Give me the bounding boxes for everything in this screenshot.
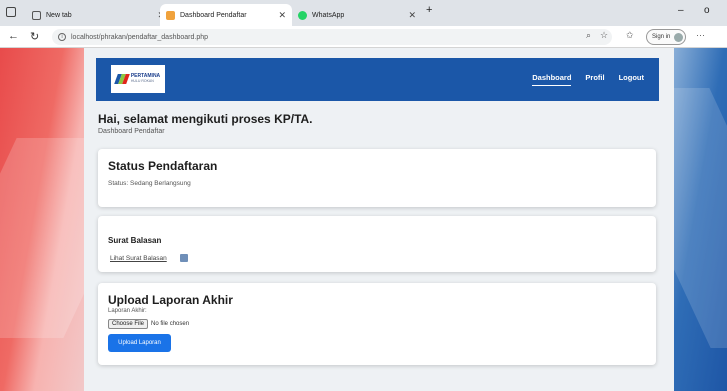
back-icon[interactable]: ← xyxy=(8,30,19,42)
tab-whatsapp[interactable]: WhatsApp ✕ xyxy=(292,4,422,26)
page-viewport: PERTAMINA HULU ROKAN Dashboard Profil Lo… xyxy=(0,48,727,391)
sign-in-label: Sign in xyxy=(652,34,671,40)
reply-letter-title: Surat Balasan xyxy=(108,236,162,245)
top-navbar: PERTAMINA HULU ROKAN Dashboard Profil Lo… xyxy=(96,58,659,101)
upload-report-card: Upload Laporan Akhir Laporan Akhir: Choo… xyxy=(98,283,656,365)
new-tab-favicon-icon xyxy=(32,10,41,20)
pertamina-logo-icon xyxy=(113,74,130,84)
view-reply-letter-link[interactable]: Lihat Surat Balasan xyxy=(110,255,167,262)
zoom-icon[interactable]: ⌕ xyxy=(586,30,591,41)
tab-title: New tab xyxy=(46,11,72,19)
tab-actions xyxy=(6,7,16,17)
document-icon xyxy=(180,254,188,262)
minimize-button[interactable]: – xyxy=(678,5,684,16)
upload-report-button[interactable]: Upload Laporan xyxy=(108,334,171,352)
logo-text: PERTAMINA HULU ROKAN xyxy=(130,73,161,83)
close-window-button[interactable]: o xyxy=(704,5,710,16)
page-title: Hai, selamat mengikuti proses KP/TA. xyxy=(98,112,313,126)
close-tab-icon[interactable]: ✕ xyxy=(408,10,416,21)
report-field-label: Laporan Akhir: xyxy=(108,308,147,314)
tab-dashboard-pendaftar[interactable]: Dashboard Pendaftar ✕ xyxy=(160,4,292,26)
address-bar-row: ← ↻ i localhost/phrakan/pendaftar_dashbo… xyxy=(0,26,727,48)
profile-avatar-icon xyxy=(674,32,684,42)
close-tab-icon[interactable]: ✕ xyxy=(278,10,286,21)
status-card-title: Status Pendaftaran xyxy=(108,159,218,173)
status-card: Status Pendaftaran Status: Sedang Berlan… xyxy=(98,149,656,207)
upload-report-title: Upload Laporan Akhir xyxy=(108,293,233,307)
url-text: localhost/phrakan/pendaftar_dashboard.ph… xyxy=(71,33,208,41)
page-container: PERTAMINA HULU ROKAN Dashboard Profil Lo… xyxy=(84,48,674,391)
new-tab-button[interactable]: + xyxy=(426,4,432,16)
tab-title: Dashboard Pendaftar xyxy=(180,11,247,19)
pertamina-logo[interactable]: PERTAMINA HULU ROKAN xyxy=(111,65,165,93)
whatsapp-favicon-icon xyxy=(298,10,307,20)
reply-letter-card: Surat Balasan Lihat Surat Balasan xyxy=(98,216,656,272)
page-favicon-icon xyxy=(166,10,175,20)
favorite-star-icon[interactable]: ☆ xyxy=(600,30,608,41)
favorites-icon[interactable]: ✩ xyxy=(626,30,634,41)
sign-in-button[interactable]: Sign in xyxy=(646,29,686,45)
file-input: Choose File No file chosen xyxy=(108,319,189,329)
page-subtitle: Dashboard Pendaftar xyxy=(98,128,165,135)
browser-tab-strip: New tab ✕ Dashboard Pendaftar ✕ WhatsApp… xyxy=(0,0,727,26)
nav-links: Dashboard Profil Logout xyxy=(532,73,644,86)
url-input[interactable]: i localhost/phrakan/pendaftar_dashboard.… xyxy=(52,29,612,45)
tab-new-tab[interactable]: New tab ✕ xyxy=(26,4,171,26)
reload-icon[interactable]: ↻ xyxy=(30,30,39,43)
workspaces-icon[interactable] xyxy=(6,7,16,17)
site-info-icon[interactable]: i xyxy=(58,33,66,41)
tab-title: WhatsApp xyxy=(312,11,345,19)
more-menu-icon[interactable]: ··· xyxy=(696,30,705,40)
file-status-text: No file chosen xyxy=(151,321,190,327)
choose-file-button[interactable]: Choose File xyxy=(108,319,149,329)
nav-logout-link[interactable]: Logout xyxy=(619,73,644,86)
nav-dashboard-link[interactable]: Dashboard xyxy=(532,73,572,86)
status-text: Status: Sedang Berlangsung xyxy=(108,180,191,187)
nav-profil-link[interactable]: Profil xyxy=(585,73,604,86)
